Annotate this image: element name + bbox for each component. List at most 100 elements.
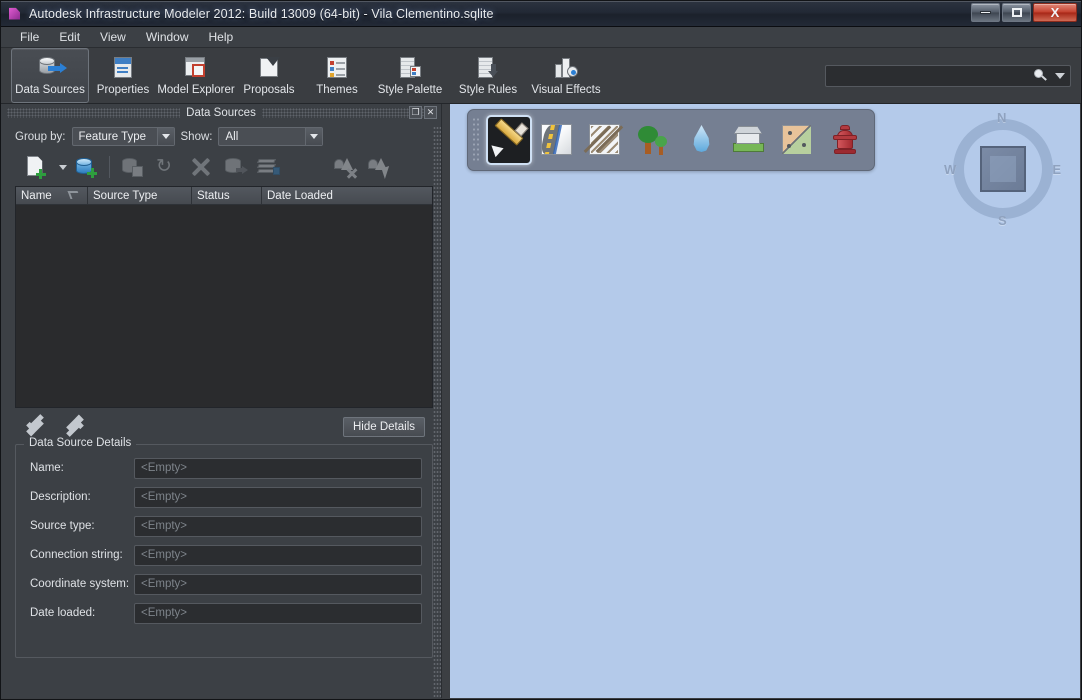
- column-header-source-type[interactable]: Source Type: [88, 187, 192, 205]
- water-tool[interactable]: [678, 115, 724, 165]
- save-data-source-button[interactable]: [218, 153, 252, 181]
- chevron-down-icon[interactable]: [305, 128, 323, 145]
- compass-label-east[interactable]: E: [1052, 162, 1061, 177]
- table-body-empty[interactable]: [16, 205, 432, 407]
- double-chevron-down-icon[interactable]: [23, 412, 49, 437]
- field-input-coordinate-system[interactable]: [134, 573, 422, 595]
- building-tool[interactable]: [726, 115, 772, 165]
- style-palette-icon: [395, 54, 425, 82]
- remove-data-source-button[interactable]: [184, 153, 218, 181]
- viewcube[interactable]: N S W E: [944, 110, 1062, 228]
- double-chevron-up-icon[interactable]: [63, 414, 89, 439]
- viewcube-cube[interactable]: [980, 146, 1026, 192]
- field-row-connection-string: Connection string:: [26, 544, 422, 566]
- menu-item-file[interactable]: File: [11, 28, 48, 46]
- search-icon[interactable]: [1034, 68, 1047, 82]
- compass-label-south[interactable]: S: [998, 213, 1007, 228]
- field-row-description: Description:: [26, 486, 422, 508]
- field-row-name: Name:: [26, 457, 422, 479]
- panel-filters: Group by: Feature Type Show: All: [1, 122, 441, 150]
- hide-details-button[interactable]: Hide Details: [343, 417, 425, 437]
- menu-item-view[interactable]: View: [91, 28, 135, 46]
- selection-clear-icon: [333, 157, 357, 178]
- parcel-tool[interactable]: [774, 115, 820, 165]
- show-label: Show:: [180, 130, 213, 143]
- ribbon-tab-data-sources[interactable]: Data Sources: [11, 48, 89, 103]
- trees-icon: [636, 123, 670, 157]
- menu-item-edit[interactable]: Edit: [50, 28, 89, 46]
- ribbon-tab-proposals[interactable]: Proposals: [235, 48, 303, 103]
- database-plus-icon: [75, 156, 97, 178]
- field-input-name[interactable]: [134, 457, 422, 479]
- proposals-icon: [254, 54, 284, 82]
- layers-button[interactable]: [252, 153, 286, 181]
- refresh-button[interactable]: ↻: [150, 153, 184, 181]
- panel-titlebar: Data Sources ❐ ✕: [1, 104, 441, 122]
- ribbon-tab-label: Model Explorer: [157, 84, 235, 96]
- fire-hydrant-icon: [828, 123, 862, 157]
- utility-tool[interactable]: [822, 115, 868, 165]
- ribbon-tab-label: Style Rules: [458, 84, 518, 96]
- field-input-connection-string[interactable]: [134, 544, 422, 566]
- panel-close-button[interactable]: ✕: [424, 106, 437, 119]
- railway-tool[interactable]: [582, 115, 628, 165]
- caret-down-icon: [58, 164, 67, 170]
- ribbon-tab-label: Data Sources: [15, 84, 85, 96]
- new-data-source-dropdown[interactable]: [53, 153, 69, 181]
- connect-data-source-button[interactable]: [116, 153, 150, 181]
- show-select[interactable]: All: [218, 127, 324, 146]
- visual-effects-icon: [551, 54, 581, 82]
- menu-item-window[interactable]: Window: [137, 28, 198, 46]
- road-icon: [539, 123, 574, 157]
- maximize-button[interactable]: [1002, 3, 1031, 22]
- application-window: Autodesk Infrastructure Modeler 2012: Bu…: [0, 0, 1082, 700]
- data-sources-panel: Data Sources ❐ ✕ Group by: Feature Type …: [1, 104, 442, 698]
- sort-indicator-icon: [67, 191, 81, 199]
- clear-selection-button[interactable]: [328, 153, 362, 181]
- chevron-down-icon[interactable]: [1055, 72, 1065, 79]
- field-input-source-type[interactable]: [134, 515, 422, 537]
- column-header-status[interactable]: Status: [192, 187, 262, 205]
- map-canvas[interactable]: N S W E: [450, 104, 1080, 698]
- data-sources-table: Name Source Type Status Date Loaded: [15, 186, 433, 408]
- compass-label-north[interactable]: N: [997, 110, 1006, 125]
- panel-float-button[interactable]: ❐: [409, 106, 422, 119]
- chevron-down-icon[interactable]: [156, 128, 174, 145]
- close-button[interactable]: X: [1033, 3, 1077, 22]
- ribbon-tab-model-explorer[interactable]: Model Explorer: [157, 48, 235, 103]
- railway-icon: [583, 123, 623, 157]
- minimize-button[interactable]: [971, 3, 1000, 22]
- database-arrow-icon: [35, 54, 67, 82]
- pencil-icon: [487, 118, 529, 158]
- field-label-connection-string: Connection string:: [30, 549, 123, 561]
- toolbar-drag-handle[interactable]: [472, 117, 481, 163]
- close-x-icon: [191, 157, 211, 177]
- compass-label-west[interactable]: W: [944, 162, 956, 177]
- feature-tools-toolbar: [467, 109, 875, 171]
- ribbon-tab-style-rules[interactable]: Style Rules: [449, 48, 527, 103]
- road-tool[interactable]: [534, 115, 580, 165]
- ribbon-tab-properties[interactable]: Properties: [89, 48, 157, 103]
- autodesk-app-icon: [7, 6, 23, 22]
- ribbon-tab-themes[interactable]: Themes: [303, 48, 371, 103]
- select-features-button[interactable]: [362, 153, 396, 181]
- ribbon-tab-style-palette[interactable]: Style Palette: [371, 48, 449, 103]
- group-by-select[interactable]: Feature Type: [71, 127, 175, 146]
- panel-resize-splitter[interactable]: [433, 126, 441, 698]
- field-label-name: Name:: [30, 462, 64, 474]
- column-header-name[interactable]: Name: [16, 187, 88, 205]
- column-header-date-loaded[interactable]: Date Loaded: [262, 187, 432, 205]
- window-titlebar: Autodesk Infrastructure Modeler 2012: Bu…: [1, 1, 1081, 27]
- ribbon-tab-visual-effects[interactable]: Visual Effects: [527, 48, 605, 103]
- new-data-source-button[interactable]: [19, 153, 53, 181]
- add-database-button[interactable]: [69, 153, 103, 181]
- properties-window-icon: [108, 54, 138, 82]
- field-input-description[interactable]: [134, 486, 422, 508]
- menu-item-help[interactable]: Help: [200, 28, 243, 46]
- field-input-date-loaded[interactable]: [134, 602, 422, 624]
- vegetation-tool[interactable]: [630, 115, 676, 165]
- water-drop-icon: [684, 123, 718, 157]
- building-icon: [732, 123, 766, 157]
- draw-pencil-tool[interactable]: [486, 115, 532, 165]
- data-source-details-group: Data Source Details Name: Description: S…: [15, 437, 433, 658]
